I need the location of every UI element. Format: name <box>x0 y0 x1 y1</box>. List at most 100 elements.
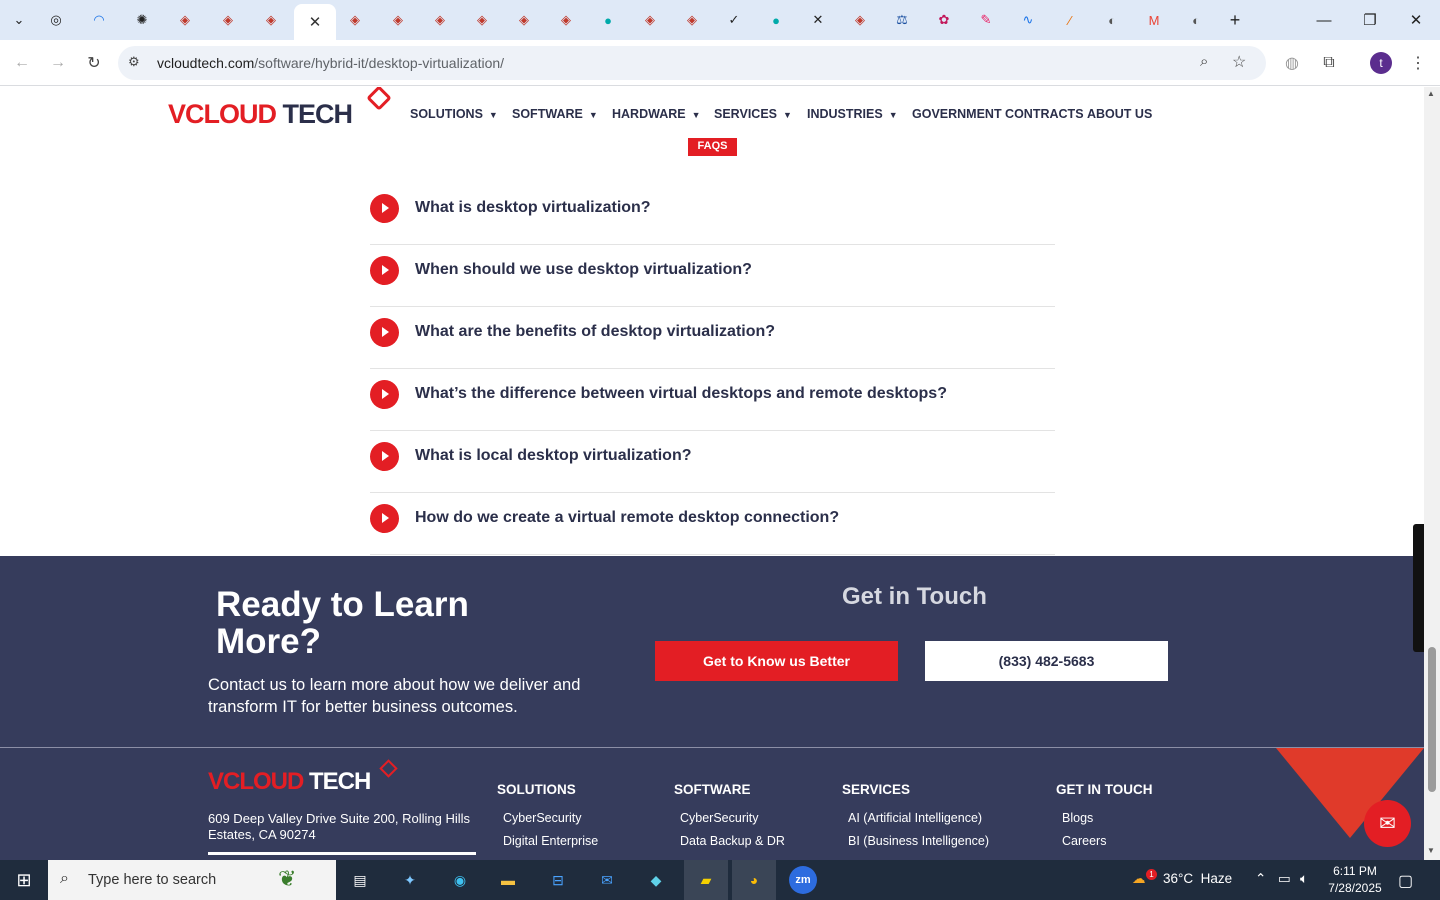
tab-diamond-icon[interactable]: ◈ <box>428 8 452 32</box>
tab-diamond-icon[interactable]: ◈ <box>554 8 578 32</box>
footer-link[interactable]: AI (Artificial Intelligence) <box>848 811 982 825</box>
tab-openai-icon[interactable]: ✺ <box>130 8 154 32</box>
tab-copilot-icon[interactable]: ● <box>764 8 788 32</box>
screen-capture-toolbar[interactable] <box>1413 524 1424 652</box>
tab-diamond-icon[interactable]: ◈ <box>343 8 367 32</box>
footer-link[interactable]: Digital Enterprise <box>503 834 598 848</box>
network-icon[interactable]: ▭ <box>1278 871 1291 887</box>
faq-item[interactable]: What is local desktop virtualization? <box>370 431 1055 493</box>
footer-link[interactable]: CyberSecurity <box>503 811 582 825</box>
nav-government-contracts[interactable]: GOVERNMENT CONTRACTS <box>912 107 1084 121</box>
tray-chevron-icon[interactable]: ⌃ <box>1255 871 1266 887</box>
scroll-up-icon[interactable]: ▲ <box>1427 89 1435 98</box>
weather-icon[interactable]: ☁ <box>1132 871 1146 887</box>
footer-logo[interactable]: VCLOUD TECH <box>208 768 371 796</box>
back-icon[interactable]: ← <box>10 51 34 75</box>
chat-bubble-icon[interactable]: ✉ <box>1364 800 1411 847</box>
tab-pen-icon[interactable]: ✎ <box>974 8 998 32</box>
faq-item[interactable]: What’s the difference between virtual de… <box>370 369 1055 431</box>
app-icon[interactable]: ◆ <box>642 866 670 894</box>
sticky-notes-icon[interactable]: ▰ <box>684 860 728 900</box>
nav-hardware[interactable]: HARDWARE ▼ <box>612 107 701 121</box>
tab-app-icon[interactable]: ✿ <box>932 8 956 32</box>
footer-link[interactable]: Data Backup & DR <box>680 834 785 848</box>
footer-link[interactable]: CyberSecurity <box>680 811 759 825</box>
translate-icon[interactable]: ◍ <box>1280 51 1304 75</box>
tab-close-icon[interactable]: ✕ <box>309 13 322 31</box>
nav-solutions[interactable]: SOLUTIONS ▼ <box>410 107 498 121</box>
tab-threads-icon[interactable]: ◎ <box>44 8 68 32</box>
minimize-icon[interactable]: — <box>1312 8 1336 32</box>
chrome-icon[interactable]: ◕ <box>732 860 776 900</box>
reload-icon[interactable]: ↻ <box>82 51 106 75</box>
forward-icon[interactable]: → <box>46 51 70 75</box>
extensions-icon[interactable]: ⧉ <box>1317 51 1341 75</box>
taskbar-search-box[interactable]: ⌕ Type here to search ❦ <box>48 860 336 900</box>
site-logo[interactable]: VCLOUD TECH <box>168 99 353 130</box>
tab-diamond-icon[interactable]: ◈ <box>173 8 197 32</box>
nav-label: HARDWARE <box>612 107 686 121</box>
tab-diamond-icon[interactable]: ◈ <box>512 8 536 32</box>
tab-globe-icon[interactable]: ◐ <box>1100 8 1124 32</box>
tab-check-icon[interactable]: ✓ <box>722 8 746 32</box>
volume-icon[interactable]: 🔈︎ <box>1300 871 1308 887</box>
tab-wave-icon[interactable]: ∿ <box>1016 8 1040 32</box>
windows-start-icon[interactable]: ⊞ <box>0 860 48 900</box>
nav-software[interactable]: SOFTWARE ▼ <box>512 107 598 121</box>
scrollbar-thumb[interactable] <box>1428 647 1436 792</box>
tab-globe-icon[interactable]: ◐ <box>1184 8 1208 32</box>
tab-active[interactable]: ✕ <box>294 4 336 40</box>
tab-slash-icon[interactable]: ⁄ <box>1058 8 1082 32</box>
nav-about-us[interactable]: ABOUT US <box>1087 107 1152 121</box>
store-icon[interactable]: ⊟ <box>544 866 572 894</box>
scroll-down-icon[interactable]: ▼ <box>1427 846 1435 855</box>
footer-link[interactable]: Careers <box>1062 834 1106 848</box>
tab-copilot-icon[interactable]: ● <box>596 8 620 32</box>
tab-diamond-icon[interactable]: ◈ <box>638 8 662 32</box>
restore-icon[interactable]: ❐ <box>1358 8 1382 32</box>
footer-link[interactable]: Blogs <box>1062 811 1093 825</box>
faq-item[interactable]: How do we create a virtual remote deskto… <box>370 493 1055 555</box>
edge-icon[interactable]: ◉ <box>446 866 474 894</box>
site-info-icon[interactable]: ⚙ <box>128 54 140 70</box>
footer-link[interactable]: BI (Business Intelligence) <box>848 834 989 848</box>
tab-diamond-icon[interactable]: ◈ <box>470 8 494 32</box>
zoom-app-icon[interactable]: zm <box>789 866 817 894</box>
tab-diamond-icon[interactable]: ◈ <box>216 8 240 32</box>
copilot-icon[interactable]: ✦ <box>396 866 424 894</box>
address-bar[interactable]: ⚙ vcloudtech.com/software/hybrid-it/desk… <box>118 46 1266 80</box>
tab-search-icon[interactable]: ⌄ <box>7 8 31 32</box>
faq-item[interactable]: What is desktop virtualization? <box>370 183 1055 245</box>
tab-wifi-icon[interactable]: ◠ <box>87 8 111 32</box>
phone-button[interactable]: (833) 482-5683 <box>925 641 1168 681</box>
mail-icon[interactable]: ✉ <box>593 866 621 894</box>
tab-diamond-icon[interactable]: ◈ <box>680 8 704 32</box>
bookmark-star-icon[interactable]: ☆ <box>1232 52 1246 72</box>
zoom-icon[interactable]: ⌕ <box>1200 53 1208 70</box>
browser-tab-strip: ⌄ ◎ ◠ ✺ ◈ ◈ ◈ ✕ ◈ ◈ ◈ ◈ ◈ ◈ ● ◈ ◈ ✓ ● ✕ … <box>0 0 1440 40</box>
new-tab-icon[interactable]: + <box>1223 8 1247 32</box>
nav-industries[interactable]: INDUSTRIES ▼ <box>807 107 898 121</box>
tab-x-icon[interactable]: ✕ <box>806 8 830 32</box>
task-view-icon[interactable]: ▤ <box>346 866 374 894</box>
get-to-know-button[interactable]: Get to Know us Better <box>655 641 898 681</box>
faq-item[interactable]: When should we use desktop virtualizatio… <box>370 245 1055 307</box>
taskbar-clock[interactable]: 6:11 PM 7/28/2025 <box>1326 863 1384 897</box>
profile-avatar[interactable]: t <box>1370 52 1392 74</box>
notifications-icon[interactable]: ▢ <box>1398 871 1413 891</box>
page-scrollbar[interactable]: ▲ ▼ <box>1424 87 1440 860</box>
weather-text[interactable]: 36°C Haze <box>1163 871 1232 886</box>
footer-heading-software: SOFTWARE <box>674 782 751 797</box>
faq-item[interactable]: What are the benefits of desktop virtual… <box>370 307 1055 369</box>
file-explorer-icon[interactable]: ▬ <box>494 866 522 894</box>
menu-kebab-icon[interactable]: ⋮ <box>1406 51 1430 75</box>
tab-gmail-icon[interactable]: M <box>1142 8 1166 32</box>
close-window-icon[interactable]: ✕ <box>1404 8 1428 32</box>
nav-services[interactable]: SERVICES ▼ <box>714 107 792 121</box>
url-host: vcloudtech.com <box>157 55 255 71</box>
tab-diamond-icon[interactable]: ◈ <box>848 8 872 32</box>
tab-scale-icon[interactable]: ⚖ <box>890 8 914 32</box>
url-text[interactable]: vcloudtech.com/software/hybrid-it/deskto… <box>157 55 504 71</box>
tab-diamond-icon[interactable]: ◈ <box>386 8 410 32</box>
tab-diamond-icon[interactable]: ◈ <box>259 8 283 32</box>
